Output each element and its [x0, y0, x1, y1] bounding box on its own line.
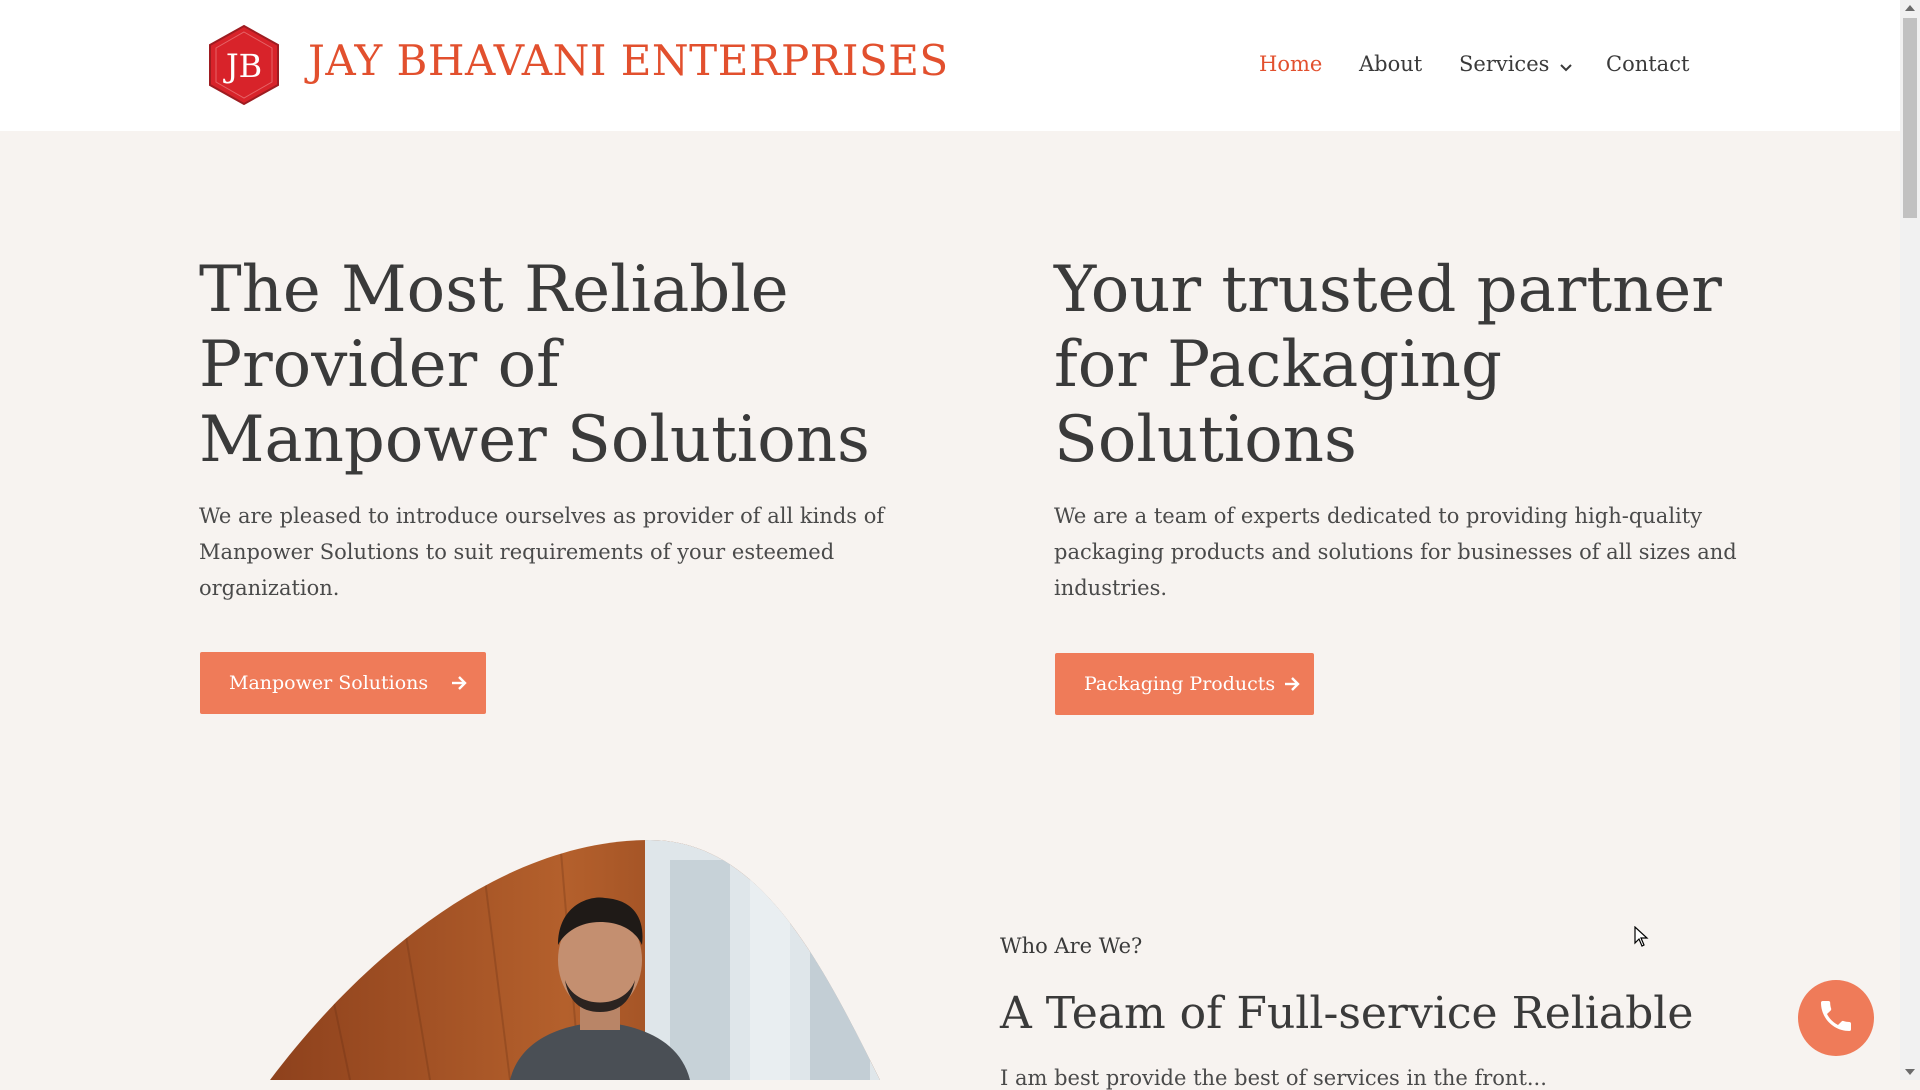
nav-services-label: Services	[1459, 52, 1550, 76]
phone-icon	[1816, 996, 1856, 1040]
hero-right-title: Your trusted partner for Packaging Solut…	[1054, 253, 1722, 478]
packaging-products-button-label: Packaging Products	[1084, 673, 1276, 695]
manpower-solutions-button-label: Manpower Solutions	[229, 672, 429, 694]
section-text: I am best provide the best of services i…	[1000, 1066, 1547, 1090]
mouse-cursor-icon	[1634, 925, 1650, 952]
scroll-thumb[interactable]	[1903, 18, 1917, 218]
hero-left-title-line: Manpower Solutions	[199, 403, 870, 477]
chevron-down-icon	[1559, 54, 1573, 78]
nav-services[interactable]: Services	[1459, 52, 1573, 78]
hero-right-title-line: Solutions	[1054, 403, 1357, 477]
hero-right-title-line: for Packaging	[1054, 328, 1502, 402]
hero-right-text-line: industries.	[1054, 576, 1168, 600]
arrow-right-icon	[450, 675, 468, 691]
team-photo	[240, 840, 890, 1080]
scroll-down-icon[interactable]	[1905, 1069, 1915, 1075]
manpower-solutions-button[interactable]: Manpower Solutions	[200, 652, 486, 714]
nav-about[interactable]: About	[1359, 52, 1422, 76]
nav-home[interactable]: Home	[1259, 52, 1322, 76]
hero-right-title-line: Your trusted partner	[1054, 253, 1722, 327]
hero-left-title-line: Provider of	[199, 328, 560, 402]
hero-left-text-line: We are pleased to introduce ourselves as…	[199, 504, 885, 528]
arrow-right-icon	[1283, 676, 1301, 692]
hero-left-text: We are pleased to introduce ourselves as…	[199, 498, 884, 606]
main-nav: Home About Services Contact	[0, 52, 1900, 82]
section-eyebrow: Who Are We?	[1000, 934, 1143, 958]
nav-contact[interactable]: Contact	[1606, 52, 1689, 76]
hero-left-text-line: organization.	[199, 576, 340, 600]
hero-left-title-line: The Most Reliable	[199, 253, 789, 327]
hero-left-text-line: Manpower Solutions to suit requirements …	[199, 540, 835, 564]
hero-left-title: The Most Reliable Provider of Manpower S…	[199, 253, 870, 478]
hero-right-text: We are a team of experts dedicated to pr…	[1054, 498, 1737, 606]
site-header: JB JAY BHAVANI ENTERPRISES Home About Se…	[0, 0, 1900, 131]
packaging-products-button[interactable]: Packaging Products	[1055, 653, 1314, 715]
scroll-up-icon[interactable]	[1905, 5, 1915, 11]
section-title: A Team of Full-service Reliable	[1000, 988, 1694, 1039]
hero-right-text-line: We are a team of experts dedicated to pr…	[1054, 504, 1703, 528]
hero-right-text-line: packaging products and solutions for bus…	[1054, 540, 1737, 564]
call-button[interactable]	[1798, 980, 1874, 1056]
page-scrollbar[interactable]	[1900, 0, 1920, 1080]
